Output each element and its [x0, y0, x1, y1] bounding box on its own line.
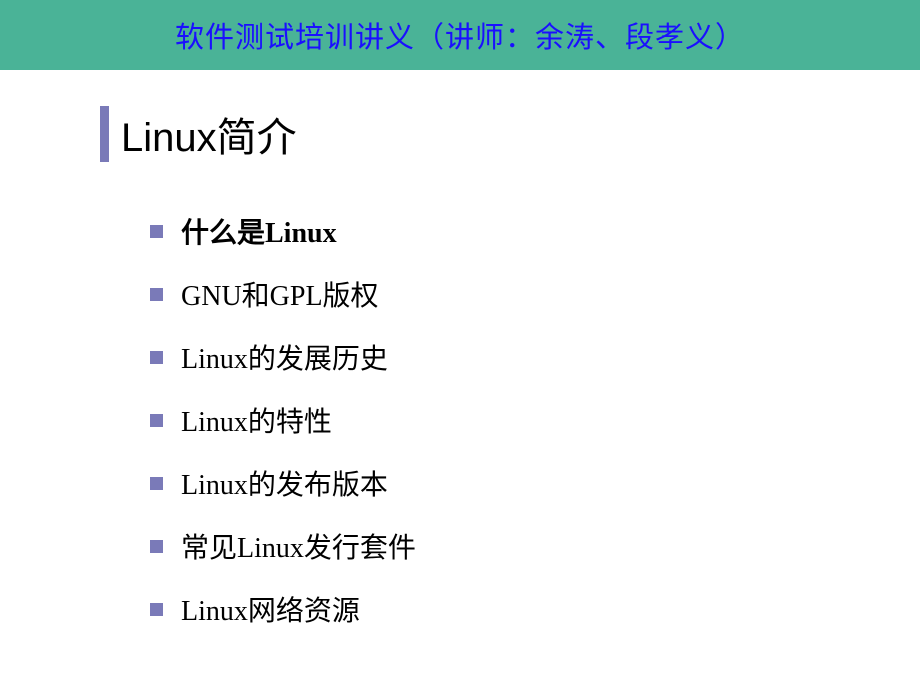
bullet-list: 什么是Linux GNU和GPL版权 Linux的发展历史 Linux的特性 L…	[150, 211, 920, 629]
bullet-icon	[150, 414, 163, 427]
bullet-text: GNU和GPL版权	[181, 274, 379, 314]
slide-title: Linux简介	[121, 105, 297, 163]
list-item: GNU和GPL版权	[150, 274, 920, 314]
bullet-text: 常见Linux发行套件	[181, 526, 416, 566]
bullet-text: Linux的发展历史	[181, 337, 388, 377]
list-item: Linux的特性	[150, 400, 920, 440]
list-item: 什么是Linux	[150, 211, 920, 251]
bullet-text: 什么是Linux	[181, 211, 337, 251]
slide-header-banner: 软件测试培训讲义（讲师：余涛、段孝义）	[0, 0, 920, 70]
bullet-icon	[150, 477, 163, 490]
bullet-text: Linux的发布版本	[181, 463, 388, 503]
slide-header-text: 软件测试培训讲义（讲师：余涛、段孝义）	[175, 14, 745, 56]
slide-title-wrap: Linux简介	[100, 105, 920, 163]
list-item: Linux的发布版本	[150, 463, 920, 503]
bullet-text: Linux网络资源	[181, 589, 360, 629]
bullet-icon	[150, 225, 163, 238]
bullet-icon	[150, 288, 163, 301]
list-item: Linux的发展历史	[150, 337, 920, 377]
list-item: Linux网络资源	[150, 589, 920, 629]
bullet-text: Linux的特性	[181, 400, 332, 440]
list-item: 常见Linux发行套件	[150, 526, 920, 566]
bullet-icon	[150, 351, 163, 364]
bullet-icon	[150, 540, 163, 553]
bullet-icon	[150, 603, 163, 616]
title-accent-bar	[100, 106, 109, 162]
